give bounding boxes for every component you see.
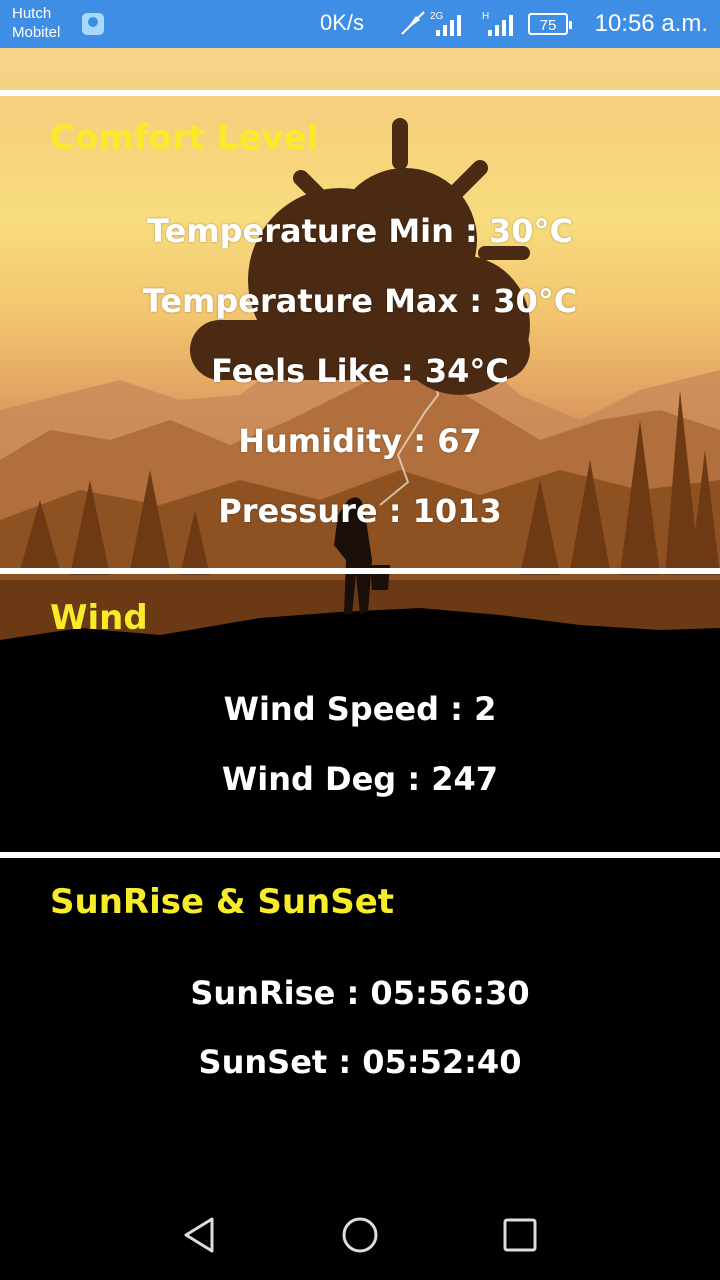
back-icon[interactable]: [172, 1207, 228, 1263]
network-2g-label: 2G: [430, 11, 444, 22]
background-scene: [0, 0, 720, 1280]
wind-title: Wind: [50, 598, 148, 638]
carrier-name: Hutch Mobitel: [12, 5, 61, 41]
sunset-time: SunSet : 05:52:40: [198, 1043, 522, 1081]
temperature-min: Temperature Min : 30°C: [147, 212, 573, 250]
wind-degree: Wind Deg : 247: [221, 760, 499, 798]
comfort-level-title: Comfort Level: [50, 118, 319, 158]
location-icon: [82, 13, 104, 35]
battery-icon: 75: [528, 13, 572, 35]
status-bar: Hutch Mobitel 0K/s 2G H 75 10:56 a.m.: [0, 0, 720, 48]
network-h-label: H: [482, 11, 489, 22]
network-speed: 0K/s: [320, 10, 365, 35]
humidity: Humidity : 67: [238, 422, 482, 460]
home-icon[interactable]: [332, 1207, 388, 1263]
pressure: Pressure : 1013: [218, 492, 502, 530]
wind-speed: Wind Speed : 2: [223, 690, 497, 728]
landscape-illustration: [0, 118, 720, 1280]
section-divider: [0, 852, 720, 858]
feels-like: Feels Like : 34°C: [211, 352, 509, 390]
recents-icon[interactable]: [492, 1207, 548, 1263]
sunrise-time: SunRise : 05:56:30: [190, 974, 530, 1012]
navigation-bar: [0, 1190, 720, 1280]
status-clock: 10:56 a.m.: [594, 10, 708, 37]
section-divider: [0, 90, 720, 96]
sunrise-sunset-title: SunRise & SunSet: [50, 882, 395, 922]
temperature-max: Temperature Max : 30°C: [142, 282, 578, 320]
section-divider: [0, 568, 720, 574]
